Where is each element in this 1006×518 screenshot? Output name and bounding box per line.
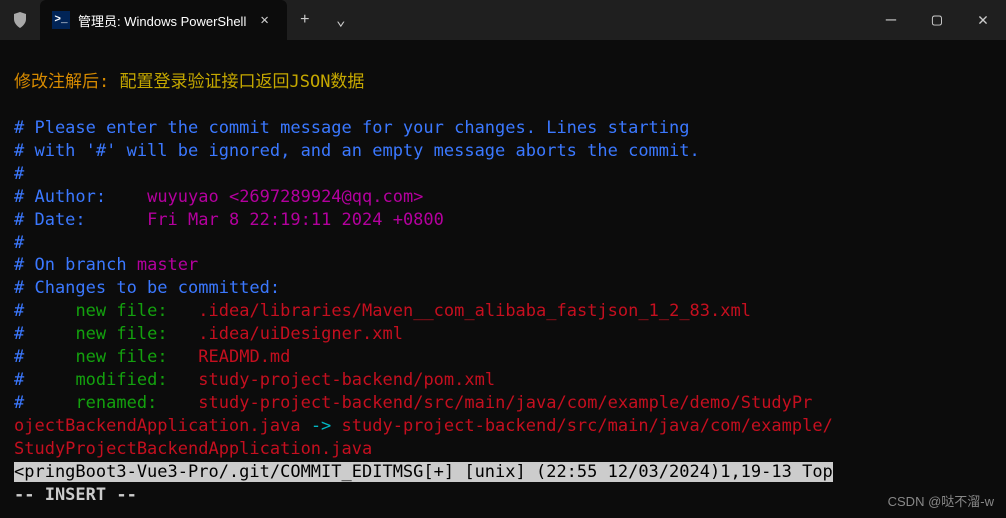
rename-arrow: -> xyxy=(301,416,342,436)
new-tab-button[interactable]: + xyxy=(287,0,323,40)
comment-line: # Please enter the commit message for yo… xyxy=(14,118,690,138)
changes-label: # Changes to be committed: xyxy=(14,278,280,298)
file-path: study-project-backend/pom.xml xyxy=(198,370,495,390)
tab-dropdown-button[interactable]: ⌄ xyxy=(323,0,359,40)
status-label: new file: xyxy=(75,324,167,344)
status-label: renamed: xyxy=(75,393,157,413)
comment-hash: # xyxy=(14,347,24,367)
author-value: wuyuyao <2697289924@qq.com> xyxy=(147,187,423,207)
file-path: StudyProjectBackendApplication.java xyxy=(14,439,372,459)
powershell-icon: >_ xyxy=(52,11,70,29)
minimize-button[interactable]: — xyxy=(868,0,914,40)
status-label: new file: xyxy=(75,301,167,321)
date-label: # Date: xyxy=(14,210,86,230)
comment-hash: # xyxy=(14,393,24,413)
watermark: CSDN @哒不溜-w xyxy=(888,491,994,510)
comment-hash: # xyxy=(14,370,24,390)
branch-name: master xyxy=(137,255,198,275)
file-path: .idea/libraries/Maven__com_alibaba_fastj… xyxy=(198,301,751,321)
file-path: study-project-backend/src/main/java/com/… xyxy=(198,393,812,413)
close-tab-button[interactable]: ✕ xyxy=(254,10,274,31)
commit-label: 修改注解后: xyxy=(14,72,119,92)
vim-statusline: <pringBoot3-Vue3-Pro/.git/COMMIT_EDITMSG… xyxy=(14,462,833,482)
author-label: # Author: xyxy=(14,187,106,207)
comment-line: # with '#' will be ignored, and an empty… xyxy=(14,141,700,161)
comment-hash: # xyxy=(14,233,24,253)
shield-icon xyxy=(0,12,40,28)
commit-message: 配置登录验证接口返回JSON数据 xyxy=(119,72,364,92)
status-label: new file: xyxy=(75,347,167,367)
maximize-button[interactable]: ▢ xyxy=(914,0,960,40)
titlebar: >_ 管理员: Windows PowerShell ✕ + ⌄ — ▢ ✕ xyxy=(0,0,1006,40)
comment-hash: # xyxy=(14,301,24,321)
date-value: Fri Mar 8 22:19:11 2024 +0800 xyxy=(147,210,444,230)
vim-mode: -- INSERT -- xyxy=(14,485,137,505)
window-close-button[interactable]: ✕ xyxy=(960,0,1006,40)
tab-powershell[interactable]: >_ 管理员: Windows PowerShell ✕ xyxy=(40,0,287,40)
comment-hash: # xyxy=(14,324,24,344)
branch-label: # On branch xyxy=(14,255,127,275)
file-path: study-project-backend/src/main/java/com/… xyxy=(342,416,833,436)
file-path: READMD.md xyxy=(198,347,290,367)
file-path: ojectBackendApplication.java xyxy=(14,416,301,436)
comment-hash: # xyxy=(14,164,24,184)
terminal-content[interactable]: 修改注解后: 配置登录验证接口返回JSON数据 # Please enter t… xyxy=(0,40,1006,515)
tab-title: 管理员: Windows PowerShell xyxy=(78,11,246,30)
file-path: .idea/uiDesigner.xml xyxy=(198,324,403,344)
status-label: modified: xyxy=(75,370,167,390)
